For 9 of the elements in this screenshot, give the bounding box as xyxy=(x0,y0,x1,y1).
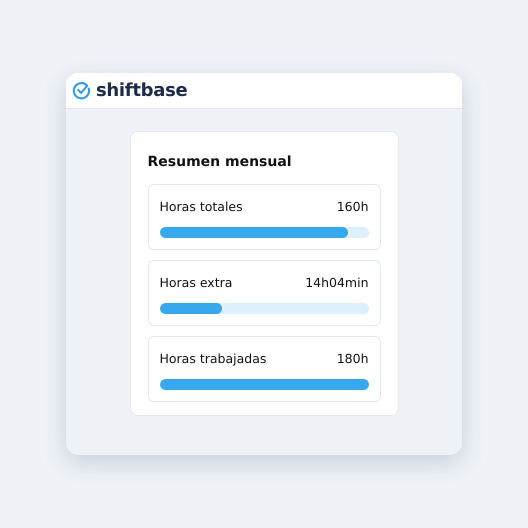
stat-label: Horas trabajadas xyxy=(160,350,266,368)
stat-value: 180h xyxy=(336,350,368,368)
stat-value: 160h xyxy=(336,198,368,216)
check-circle-icon xyxy=(72,81,91,100)
logo-text: shiftbase xyxy=(96,79,188,103)
card-title: Resumen mensual xyxy=(148,153,293,172)
stat-label: Horas totales xyxy=(160,198,243,216)
stat-value: 14h04min xyxy=(305,274,368,292)
stat-label: Horas extra xyxy=(160,274,232,292)
